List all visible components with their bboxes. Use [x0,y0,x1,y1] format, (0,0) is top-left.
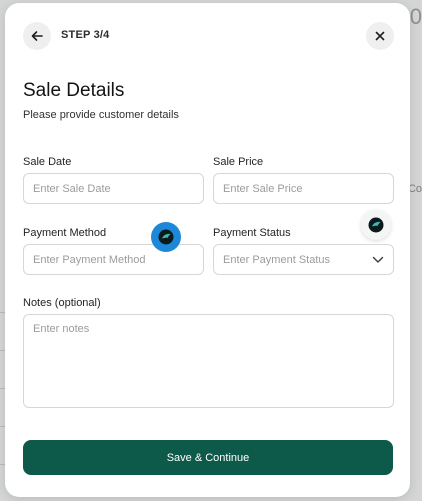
page-title: Sale Details [23,80,125,101]
notes-label: Notes (optional) [23,297,101,309]
sale-date-field [23,173,204,204]
sale-details-modal: STEP 3/4 Sale Details Please provide cus… [5,3,410,497]
step-indicator: STEP 3/4 [61,29,110,41]
save-continue-button[interactable]: Save & Continue [23,440,393,475]
notes-field [23,314,394,408]
background-text-fragment: Co [407,183,422,195]
sale-price-field [213,173,394,204]
sale-price-input[interactable] [214,174,393,203]
payment-status-label: Payment Status [213,227,291,239]
cursor-badge-icon [151,222,181,252]
cursor-badge-icon [361,210,391,240]
payment-status-placeholder: Enter Payment Status [223,253,330,266]
close-button[interactable] [366,22,394,50]
notes-textarea[interactable] [24,315,393,407]
sale-date-label: Sale Date [23,156,72,168]
payment-method-label: Payment Method [23,227,107,239]
arrow-left-icon [31,31,43,41]
background-text-fragment: 0 [409,4,422,29]
back-button[interactable] [23,22,51,50]
chevron-down-icon [372,256,384,263]
page-subtitle: Please provide customer details [23,109,179,121]
sale-date-input[interactable] [24,174,203,203]
payment-method-input[interactable] [24,245,203,274]
close-icon [375,31,385,41]
sale-price-label: Sale Price [213,156,264,168]
payment-status-select[interactable]: Enter Payment Status [213,244,394,275]
payment-method-field [23,244,204,275]
